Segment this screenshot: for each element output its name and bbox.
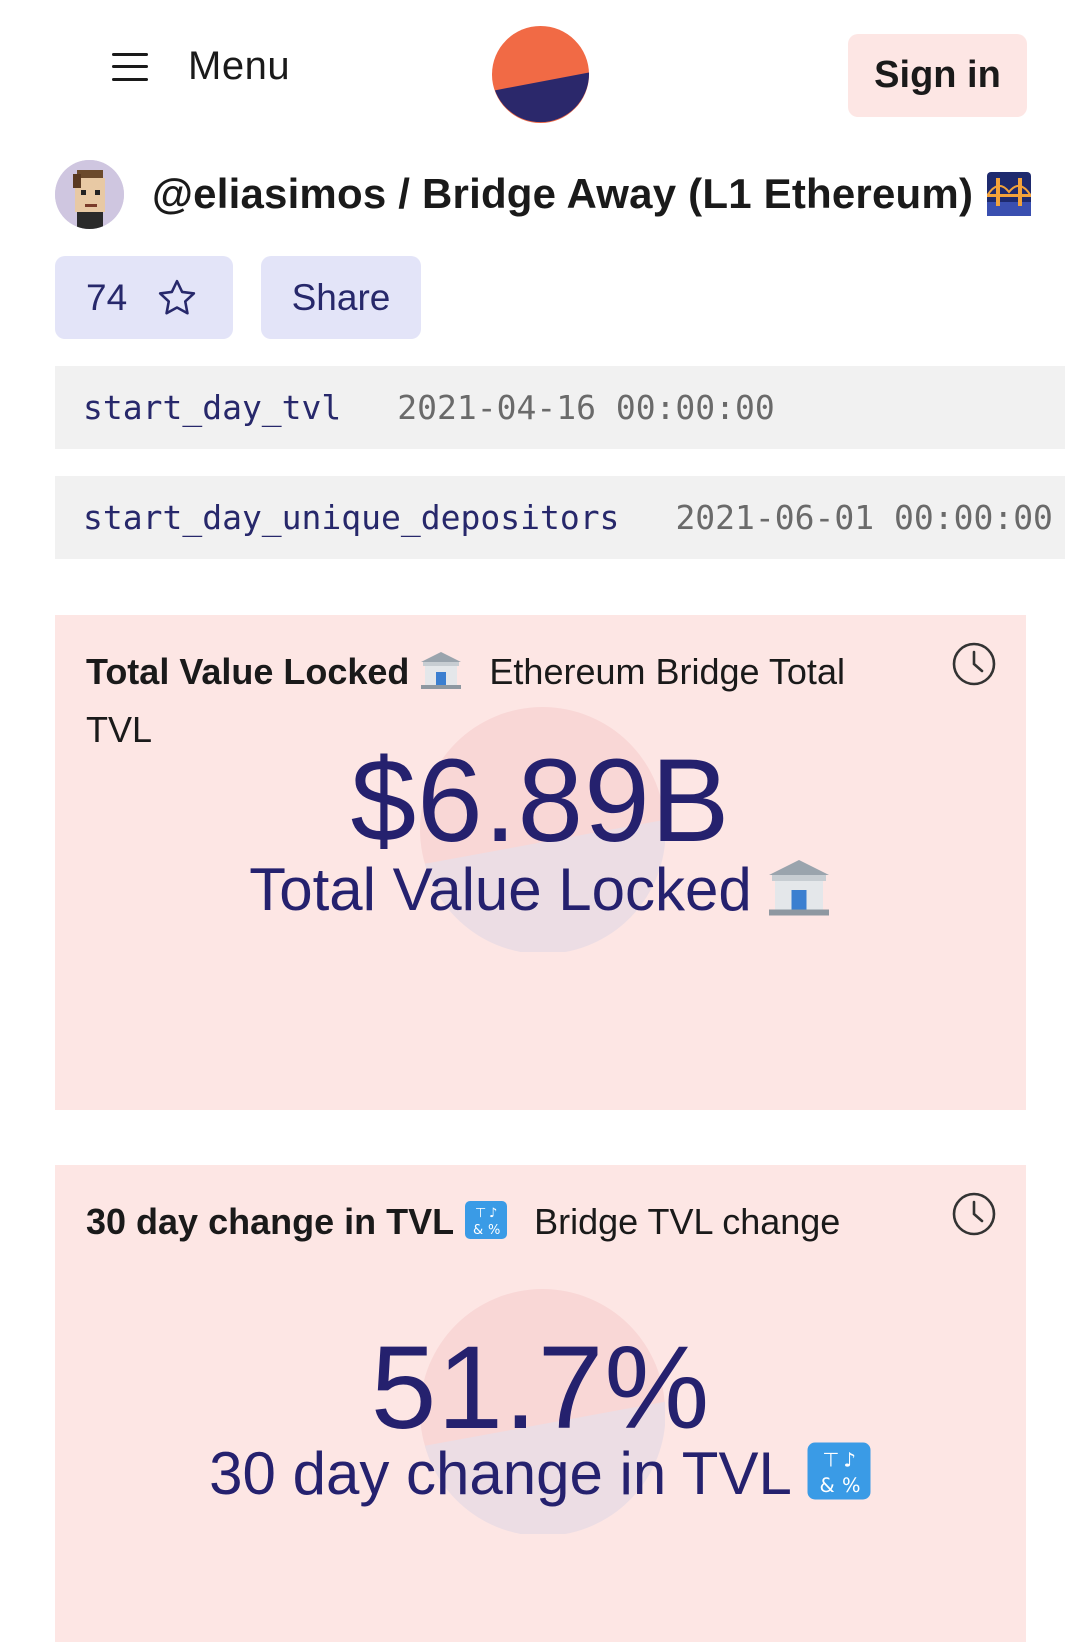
counter-label-text: 30 day change in TVL [209, 1440, 792, 1507]
svg-text:⊤: ⊤ [822, 1449, 839, 1472]
star-button[interactable]: 74 [55, 256, 233, 339]
parameter-name: start_day_tvl [83, 388, 342, 427]
dune-logo-icon[interactable] [491, 25, 590, 124]
parameter-name: start_day_unique_depositors [83, 498, 620, 537]
parameter-start-day-unique-depositors[interactable]: start_day_unique_depositors 2021-06-01 0… [55, 476, 1065, 559]
bridge-at-night-icon [987, 172, 1032, 216]
bank-icon [421, 652, 462, 689]
dashboard-title: @eliasimos / Bridge Away (L1 Ethereum) [152, 170, 974, 217]
top-nav: Menu Sign in [0, 0, 1080, 145]
svg-text:⊤: ⊤ [475, 1206, 486, 1221]
star-count: 74 [86, 276, 128, 318]
avatar[interactable] [55, 159, 124, 229]
share-button[interactable]: Share [261, 256, 421, 339]
clock-icon[interactable] [951, 1191, 997, 1237]
menu-label: Menu [188, 44, 291, 88]
star-icon [159, 279, 196, 315]
card-title[interactable]: 30 day change in TVL [86, 1201, 454, 1242]
sign-in-button[interactable]: Sign in [848, 34, 1027, 117]
counter-label: 30 day change in TVL ⊤ ♪ & % [55, 1439, 1026, 1508]
input-symbols-icon: ⊤ ♪ & % [807, 1442, 871, 1500]
hamburger-icon [108, 49, 152, 85]
svg-text:&: & [473, 1223, 483, 1238]
bank-icon [768, 860, 829, 916]
clock-icon[interactable] [951, 641, 997, 687]
dashboard-actions: 74 Share [55, 256, 421, 339]
counter-label: Total Value Locked [55, 855, 1026, 924]
parameter-value[interactable]: 2021-06-01 00:00:00 [675, 498, 1053, 537]
counter-value: $6.89B [350, 735, 731, 867]
punk-avatar-icon [55, 159, 124, 229]
svg-text:%: % [488, 1223, 500, 1238]
input-symbols-icon: ⊤ ♪ & % [465, 1201, 508, 1239]
counter-value: 51.7% [370, 1322, 711, 1454]
parameter-start-day-tvl[interactable]: start_day_tvl 2021-04-16 00:00:00 [55, 366, 1065, 449]
parameter-value[interactable]: 2021-04-16 00:00:00 [397, 388, 775, 427]
svg-text:%: % [842, 1474, 861, 1497]
counter-card-30d-change: 30 day change in TVL ⊤ ♪ & % Bridge TVL … [55, 1165, 1026, 1642]
dashboard-title-row: @eliasimos / Bridge Away (L1 Ethereum) [55, 159, 1035, 229]
counter-label-text: Total Value Locked [249, 856, 752, 923]
menu-button[interactable]: Menu [108, 44, 290, 89]
counter-card-tvl: Total Value Locked Ethereum Bridge Total… [55, 615, 1026, 1110]
svg-text:♪: ♪ [489, 1206, 497, 1221]
svg-text:&: & [819, 1474, 834, 1497]
card-subtitle: Bridge TVL change [534, 1201, 841, 1242]
card-title[interactable]: Total Value Locked [86, 651, 409, 692]
svg-text:♪: ♪ [843, 1449, 855, 1472]
card-header: 30 day change in TVL ⊤ ♪ & % Bridge TVL … [86, 1193, 906, 1251]
